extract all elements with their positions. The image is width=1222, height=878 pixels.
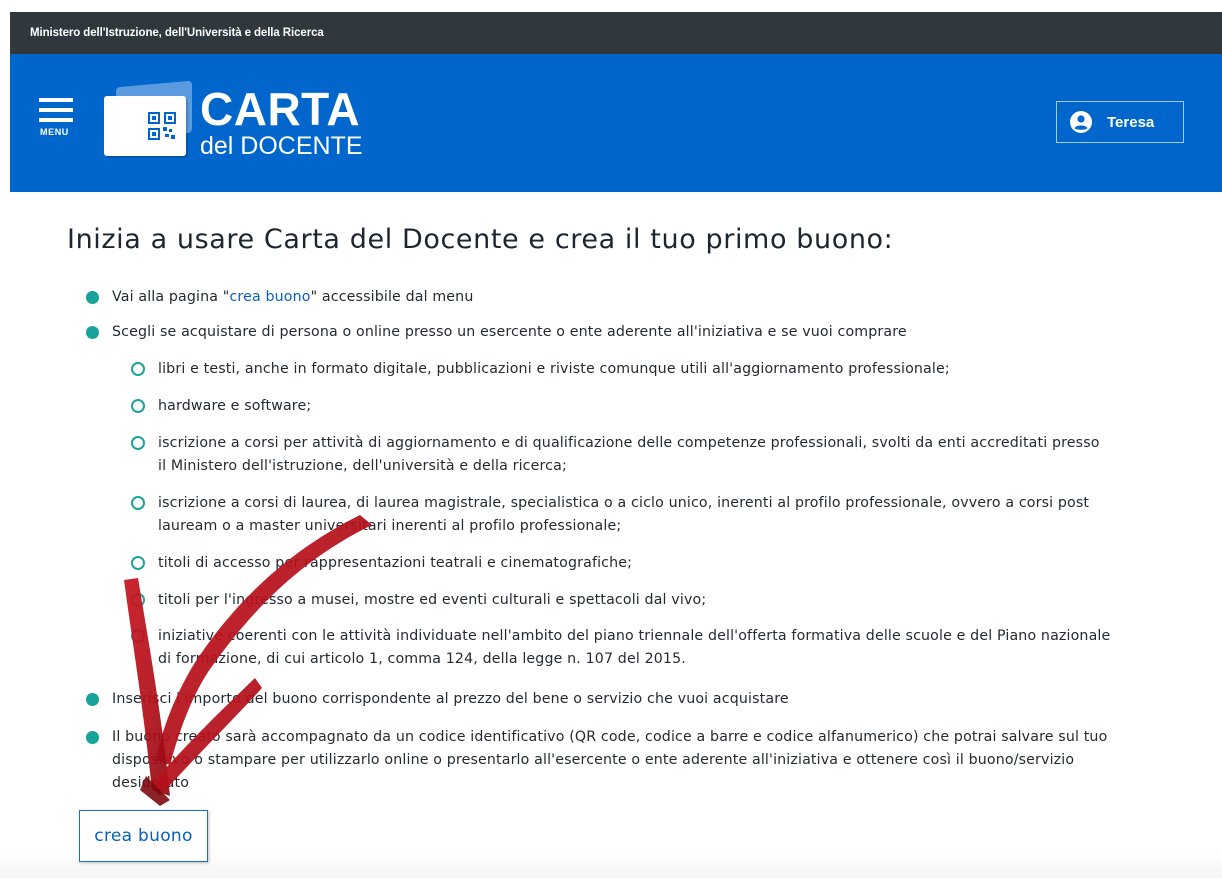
circle-bullet-icon — [131, 629, 145, 643]
crea-buono-button[interactable]: crea buono — [79, 810, 208, 862]
sub-list-item: iscrizione a corsi di laurea, di laurea … — [131, 492, 1141, 538]
step-text: Inserisci l'importo del buono corrispond… — [112, 691, 789, 707]
page: Ministero dell'Istruzione, dell'Universi… — [0, 0, 1222, 878]
sub-item-text: libri e testi, anche in formato digitale… — [158, 361, 950, 377]
step-text: Scegli se acquistare di persona o online… — [112, 324, 907, 340]
menu-button[interactable]: MENU — [38, 98, 78, 146]
sub-list-item: titoli di accesso per rappresentazioni t… — [131, 552, 1131, 575]
sub-item-text: iniziative coerenti con le attività indi… — [158, 628, 1111, 667]
sub-item-text: iscrizione a corsi di laurea, di laurea … — [158, 495, 1090, 534]
list-item: Il buono creato sarà accompagnato da un … — [86, 726, 1116, 795]
site-header: MENU CARTA del DOCENTE Teresa — [10, 54, 1222, 192]
circle-bullet-icon — [131, 399, 145, 413]
bullet-dot-icon — [86, 731, 99, 744]
hamburger-icon-bar — [39, 118, 73, 122]
card-icon — [104, 96, 186, 156]
ministry-topbar: Ministero dell'Istruzione, dell'Universi… — [10, 12, 1222, 54]
bullet-dot-icon — [86, 693, 99, 706]
step-text: " accessibile dal menu — [310, 289, 474, 305]
hamburger-icon — [39, 98, 73, 102]
sub-item-text: iscrizione a corsi per attività di aggio… — [158, 435, 1100, 474]
sub-list-item: iscrizione a corsi per attività di aggio… — [131, 432, 1101, 478]
sub-list-item: iniziative coerenti con le attività indi… — [131, 625, 1121, 671]
step-text: Vai alla pagina " — [112, 289, 230, 305]
bullet-dot-icon — [86, 291, 99, 304]
user-circle-icon — [1070, 111, 1092, 133]
circle-bullet-icon — [131, 556, 145, 570]
step-text: Il buono creato sarà accompagnato da un … — [112, 729, 1108, 791]
circle-bullet-icon — [131, 436, 145, 450]
sub-item-text: titoli di accesso per rappresentazioni t… — [158, 555, 633, 571]
crea-buono-link[interactable]: crea buono — [229, 289, 310, 305]
logo-subtitle: del DOCENTE — [200, 132, 363, 160]
circle-bullet-icon — [131, 593, 145, 607]
page-title: Inizia a usare Carta del Docente e crea … — [67, 224, 894, 255]
list-item: Inserisci l'importo del buono corrispond… — [86, 688, 1186, 711]
ministry-name[interactable]: Ministero dell'Istruzione, dell'Universi… — [30, 27, 324, 39]
list-item: Vai alla pagina "crea buono" accessibile… — [86, 286, 1166, 309]
sub-list-item: libri e testi, anche in formato digitale… — [131, 358, 1131, 381]
carta-docente-logo[interactable]: CARTA del DOCENTE — [102, 80, 372, 166]
user-account-button[interactable]: Teresa — [1056, 101, 1184, 143]
main-content: Inizia a usare Carta del Docente e crea … — [0, 192, 1222, 878]
sub-item-text: hardware e software; — [158, 398, 312, 414]
bullet-dot-icon — [86, 326, 99, 339]
user-name: Teresa — [1107, 113, 1155, 131]
circle-bullet-icon — [131, 496, 145, 510]
logo-title: CARTA — [200, 83, 361, 135]
qr-code-icon — [148, 112, 176, 140]
sub-item-text: titoli per l'ingresso a musei, mostre ed… — [158, 592, 707, 608]
sub-list-item: hardware e software; — [131, 395, 1131, 418]
sub-list-item: titoli per l'ingresso a musei, mostre ed… — [131, 589, 1131, 612]
menu-label: MENU — [40, 127, 69, 137]
hamburger-icon-bar — [39, 108, 73, 112]
circle-bullet-icon — [131, 362, 145, 376]
list-item: Scegli se acquistare di persona o online… — [86, 321, 1186, 344]
